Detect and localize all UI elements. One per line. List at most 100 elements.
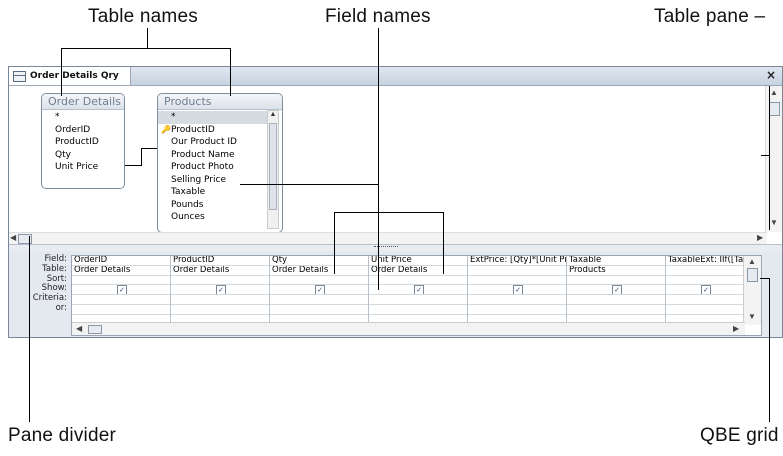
tab-label: Order Details Qry bbox=[30, 71, 119, 81]
grid-column[interactable]: Qty Order Details ✓ bbox=[270, 256, 369, 322]
table-cell[interactable]: Order Details bbox=[270, 266, 368, 276]
criteria-cell[interactable] bbox=[468, 295, 566, 305]
field-cell[interactable]: Qty bbox=[270, 256, 368, 266]
callout-line bbox=[29, 236, 30, 422]
field-item[interactable]: Ounces bbox=[158, 211, 268, 224]
sort-cell[interactable] bbox=[468, 276, 566, 286]
grid-column[interactable]: ExtPrice: [Qty]*[Unit Pr ✓ bbox=[468, 256, 567, 322]
criteria-cell[interactable] bbox=[270, 295, 368, 305]
field-cell[interactable]: TaxableExt: IIf([Taxabl bbox=[666, 256, 744, 266]
callout-line bbox=[61, 48, 62, 96]
field-item[interactable]: Unit Price bbox=[42, 161, 124, 174]
scroll-down-icon[interactable]: ▼ bbox=[770, 218, 778, 227]
show-cell[interactable]: ✓ bbox=[468, 285, 566, 296]
scrollbar-thumb[interactable] bbox=[769, 102, 780, 116]
field-cell[interactable]: OrderID bbox=[72, 256, 170, 266]
show-cell[interactable]: ✓ bbox=[72, 285, 170, 296]
criteria-cell[interactable] bbox=[567, 295, 665, 305]
scroll-up-icon[interactable]: ▲ bbox=[770, 88, 778, 97]
callout-line bbox=[334, 212, 444, 213]
grid-horizontal-scrollbar[interactable]: ◀ ▶ bbox=[72, 322, 745, 335]
show-cell[interactable]: ✓ bbox=[270, 285, 368, 296]
sort-cell[interactable] bbox=[72, 276, 170, 286]
field-item[interactable]: Our Product ID bbox=[158, 136, 268, 149]
sort-cell[interactable] bbox=[567, 276, 665, 286]
or-cell[interactable] bbox=[270, 305, 368, 315]
callout-line bbox=[769, 86, 770, 230]
or-cell[interactable] bbox=[567, 305, 665, 315]
callout-line bbox=[240, 184, 378, 185]
close-icon[interactable]: × bbox=[766, 68, 776, 82]
grid-vertical-scrollbar[interactable]: ▲ ▼ bbox=[743, 256, 761, 325]
grid-column[interactable]: TaxableExt: IIf([Taxabl ✓ bbox=[666, 256, 745, 322]
show-cell[interactable]: ✓ bbox=[171, 285, 269, 296]
callout-line bbox=[378, 28, 379, 290]
field-item[interactable]: OrderID bbox=[42, 124, 124, 137]
table-cell[interactable] bbox=[468, 266, 566, 276]
field-cell[interactable]: ExtPrice: [Qty]*[Unit Pr bbox=[468, 256, 566, 266]
field-item[interactable]: Product Name bbox=[158, 149, 268, 162]
field-item[interactable]: 🔑 ProductID bbox=[158, 124, 268, 137]
field-item[interactable]: Taxable bbox=[158, 186, 268, 199]
show-cell[interactable]: ✓ bbox=[369, 285, 467, 296]
scroll-left-icon[interactable]: ◀ bbox=[76, 324, 82, 333]
grid-column[interactable]: ProductID Order Details ✓ bbox=[171, 256, 270, 322]
table-cell[interactable]: Products bbox=[567, 266, 665, 276]
grid-column[interactable]: Unit Price Order Details ✓ bbox=[369, 256, 468, 322]
sort-cell[interactable] bbox=[666, 276, 744, 286]
document-tab-bar: Order Details Qry × bbox=[9, 67, 782, 86]
scroll-right-icon[interactable]: ▶ bbox=[757, 233, 763, 242]
or-cell[interactable] bbox=[369, 305, 467, 315]
scroll-left-icon[interactable]: ◀ bbox=[10, 233, 16, 242]
field-item[interactable]: Product Photo bbox=[158, 161, 268, 174]
criteria-cell[interactable] bbox=[369, 295, 467, 305]
scrollbar-thumb[interactable] bbox=[88, 325, 102, 334]
table-cell[interactable] bbox=[666, 266, 744, 276]
criteria-cell[interactable] bbox=[666, 295, 744, 305]
scroll-up-icon[interactable]: ▲ bbox=[268, 111, 278, 121]
scrollbar-thumb[interactable] bbox=[747, 268, 758, 282]
grid-column[interactable]: OrderID Order Details ✓ bbox=[72, 256, 171, 322]
sort-cell[interactable] bbox=[270, 276, 368, 286]
field-cell[interactable]: Taxable bbox=[567, 256, 665, 266]
or-cell[interactable] bbox=[171, 305, 269, 315]
table-products[interactable]: Products * 🔑 ProductID Our Product ID Pro… bbox=[157, 93, 283, 233]
table-cell[interactable]: Order Details bbox=[171, 266, 269, 276]
show-cell[interactable]: ✓ bbox=[666, 285, 744, 296]
show-checkbox[interactable]: ✓ bbox=[315, 285, 325, 295]
tab-order-details-qry[interactable]: Order Details Qry bbox=[9, 67, 131, 85]
field-item[interactable]: ProductID bbox=[42, 136, 124, 149]
table-title: Products bbox=[158, 94, 282, 110]
table-cell[interactable]: Order Details bbox=[72, 266, 170, 276]
show-checkbox[interactable]: ✓ bbox=[117, 285, 127, 295]
or-cell[interactable] bbox=[468, 305, 566, 315]
sort-cell[interactable] bbox=[171, 276, 269, 286]
criteria-cell[interactable] bbox=[72, 295, 170, 305]
callout-pane-divider: Pane divider bbox=[8, 425, 117, 446]
or-cell[interactable] bbox=[72, 305, 170, 315]
show-checkbox[interactable]: ✓ bbox=[216, 285, 226, 295]
field-item[interactable]: Qty bbox=[42, 149, 124, 162]
scroll-down-icon[interactable]: ▼ bbox=[748, 312, 756, 321]
field-cell[interactable]: Unit Price bbox=[369, 256, 467, 266]
field-item[interactable]: * bbox=[158, 111, 268, 124]
show-checkbox[interactable]: ✓ bbox=[612, 285, 622, 295]
table-pane-vertical-scrollbar[interactable]: ▲ ▼ bbox=[765, 86, 782, 232]
field-item[interactable]: * bbox=[42, 111, 124, 124]
scrollbar-thumb[interactable] bbox=[269, 123, 277, 210]
sort-cell[interactable] bbox=[369, 276, 467, 286]
field-item[interactable]: Pounds bbox=[158, 199, 268, 212]
scroll-up-icon[interactable]: ▲ bbox=[748, 257, 756, 266]
or-cell[interactable] bbox=[666, 305, 744, 315]
show-checkbox[interactable]: ✓ bbox=[414, 285, 424, 295]
table-scrollbar[interactable]: ▲ bbox=[267, 110, 279, 229]
table-cell[interactable]: Order Details bbox=[369, 266, 467, 276]
show-checkbox[interactable]: ✓ bbox=[513, 285, 523, 295]
field-cell[interactable]: ProductID bbox=[171, 256, 269, 266]
show-checkbox[interactable]: ✓ bbox=[701, 285, 711, 295]
show-cell[interactable]: ✓ bbox=[567, 285, 665, 296]
grid-column[interactable]: Taxable Products ✓ bbox=[567, 256, 666, 322]
criteria-cell[interactable] bbox=[171, 295, 269, 305]
scroll-right-icon[interactable]: ▶ bbox=[733, 324, 739, 333]
table-order-details[interactable]: Order Details * OrderID ProductID Qty Un… bbox=[41, 93, 125, 189]
